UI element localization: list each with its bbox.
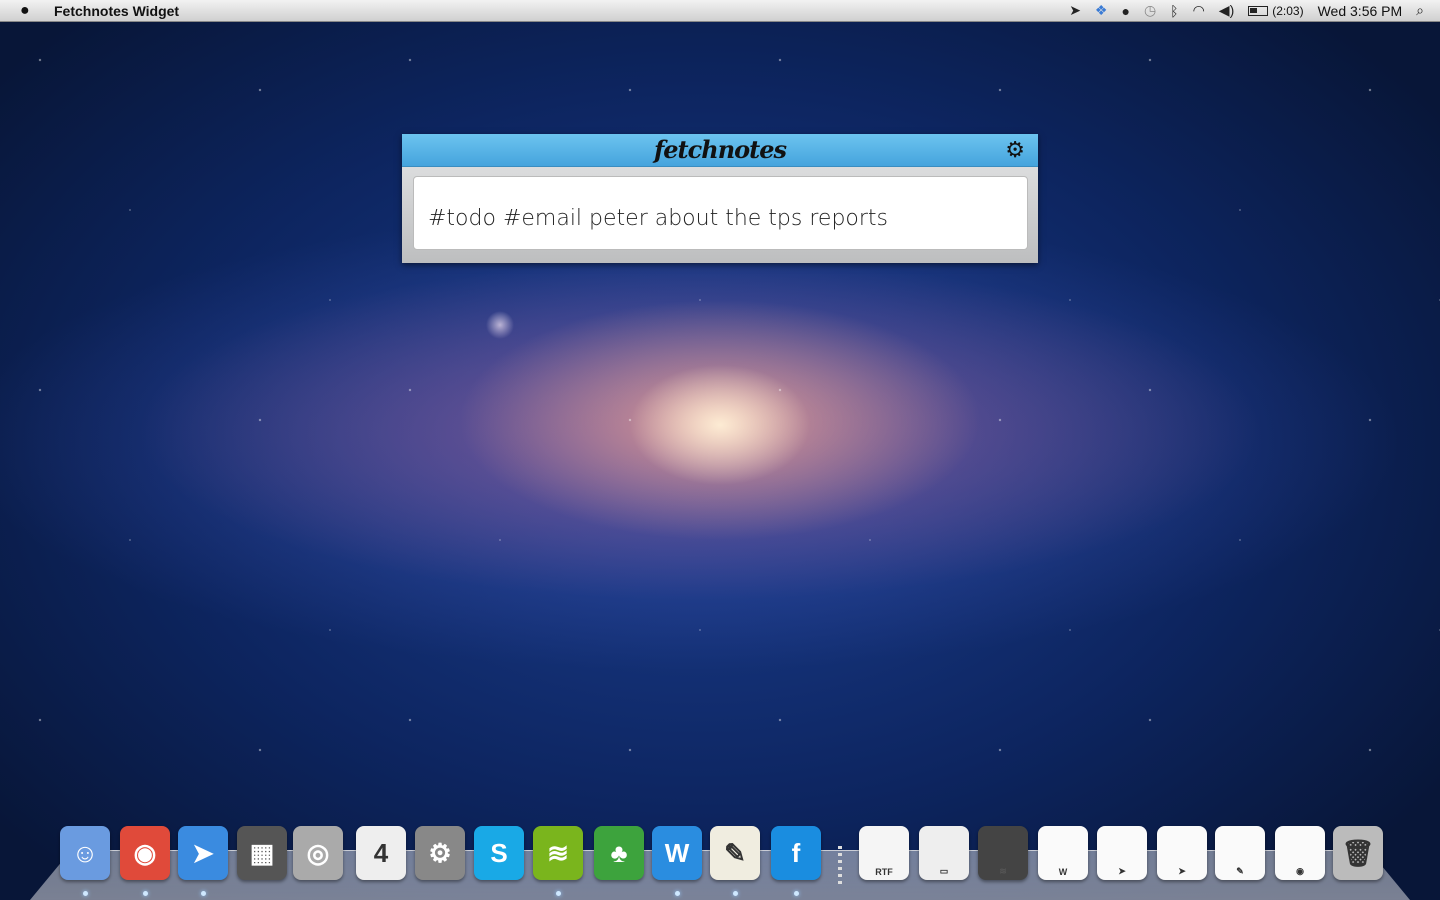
running-indicator [675,891,680,896]
growl-icon[interactable]: ● [1121,3,1129,19]
sparrow-icon: ➤ [192,837,214,868]
note-input[interactable]: #todo #email peter about the tps reports [413,176,1028,250]
fetchnotes-widget: fetchnotes ⚙ #todo #email peter about th… [402,134,1038,263]
iphoto-icon: ▦ [249,837,275,868]
widget-header: fetchnotes ⚙ [402,134,1038,167]
fetchnotes-icon: f [791,837,801,868]
dock-separator [838,846,842,886]
dock-item-skype[interactable]: S [474,826,524,880]
app-name-menu[interactable]: Fetchnotes Widget [54,3,179,19]
dock-item-word-window[interactable]: W [1038,826,1088,880]
rtf-document-icon: RTF [875,867,893,877]
facetime-icon: ◎ [306,837,330,868]
running-indicator [556,891,561,896]
battery-time: (2:03) [1272,3,1304,18]
dock-item-spotify-window[interactable]: ≋ [978,826,1028,880]
dock-item-adium[interactable]: ♣ [594,826,644,880]
running-indicator [794,891,799,896]
textedit-window-icon: ✎ [1236,866,1244,876]
dock-item-textedit[interactable]: ✎ [710,826,760,880]
ical-icon: 4 [373,837,389,868]
trash-icon: 🗑 [1341,837,1375,868]
status-area: ➤ ❖ ● ◷ ᛒ ◠ ◀) (2:03) Wed 3:56 PM ⌕ [1069,2,1440,19]
disk-utility-icon: ▭ [939,866,949,876]
dock-item-sparrow[interactable]: ➤ [178,826,228,880]
word-window-icon: W [1058,867,1068,877]
menu-bar: ● Fetchnotes Widget ➤ ❖ ● ◷ ᛒ ◠ ◀) (2:03… [0,0,1440,22]
dock-item-word[interactable]: W [652,826,702,880]
dock-item-system-preferences[interactable]: ⚙ [415,826,465,880]
volume-icon[interactable]: ◀) [1219,2,1234,19]
dock-item-trash[interactable]: 🗑 [1333,826,1383,880]
dock-item-chrome-window[interactable]: ◉ [1275,826,1325,880]
dock-item-sparrow-window[interactable]: ➤ [1097,826,1147,880]
dock-item-fetchnotes[interactable]: f [771,826,821,880]
running-indicator [201,891,206,896]
battery-status[interactable]: (2:03) [1248,3,1304,18]
sparrow-window-icon: ➤ [1118,866,1126,876]
dropbox-icon[interactable]: ❖ [1095,2,1108,19]
clock[interactable]: Wed 3:56 PM [1318,3,1403,19]
adium-icon: ♣ [610,837,628,868]
sparrow-icon[interactable]: ➤ [1069,2,1081,19]
dock-item-rtf-document[interactable]: RTF [859,826,909,880]
dock-item-textedit-window[interactable]: ✎ [1215,826,1265,880]
chrome-icon: ◉ [133,837,157,868]
dock-item-finder[interactable]: ☺ [60,826,110,880]
skype-icon: S [490,837,508,868]
chrome-window-icon: ◉ [1296,866,1304,876]
spotlight-search-icon[interactable]: ⌕ [1416,2,1424,19]
system-preferences-icon: ⚙ [428,837,452,868]
dock: ☺ ◉ ➤ ▦ ◎ 4 ⚙ S ≋ ♣ W ✎ f RTF ▭ ≋ W ➤ ➤ ✎ ◉ 🗑 [0,826,1440,896]
dock-item-disk-utility[interactable]: ▭ [919,826,969,880]
dock-item-chrome[interactable]: ◉ [120,826,170,880]
fetchnotes-logo: fetchnotes [653,135,787,164]
spotify-window-icon: ≋ [999,866,1007,876]
running-indicator [733,891,738,896]
spotify-icon: ≋ [547,837,569,868]
apple-menu-icon[interactable]: ● [20,2,38,20]
sparrow-window-2-icon: ➤ [1178,866,1186,876]
dock-item-iphoto[interactable]: ▦ [237,826,287,880]
bluetooth-icon[interactable]: ᛒ [1170,3,1178,19]
word-icon: W [664,837,690,868]
dock-item-facetime[interactable]: ◎ [293,826,343,880]
wifi-icon[interactable]: ◠ [1193,2,1205,19]
running-indicator [143,891,148,896]
settings-gear-icon[interactable]: ⚙ [1005,138,1025,162]
textedit-icon: ✎ [724,837,746,868]
time-machine-icon[interactable]: ◷ [1144,2,1156,19]
dock-item-ical[interactable]: 4 [356,826,406,880]
dock-item-sparrow-window-2[interactable]: ➤ [1157,826,1207,880]
dock-item-spotify[interactable]: ≋ [533,826,583,880]
battery-icon [1248,5,1269,16]
finder-icon: ☺ [71,837,99,868]
running-indicator [83,891,88,896]
